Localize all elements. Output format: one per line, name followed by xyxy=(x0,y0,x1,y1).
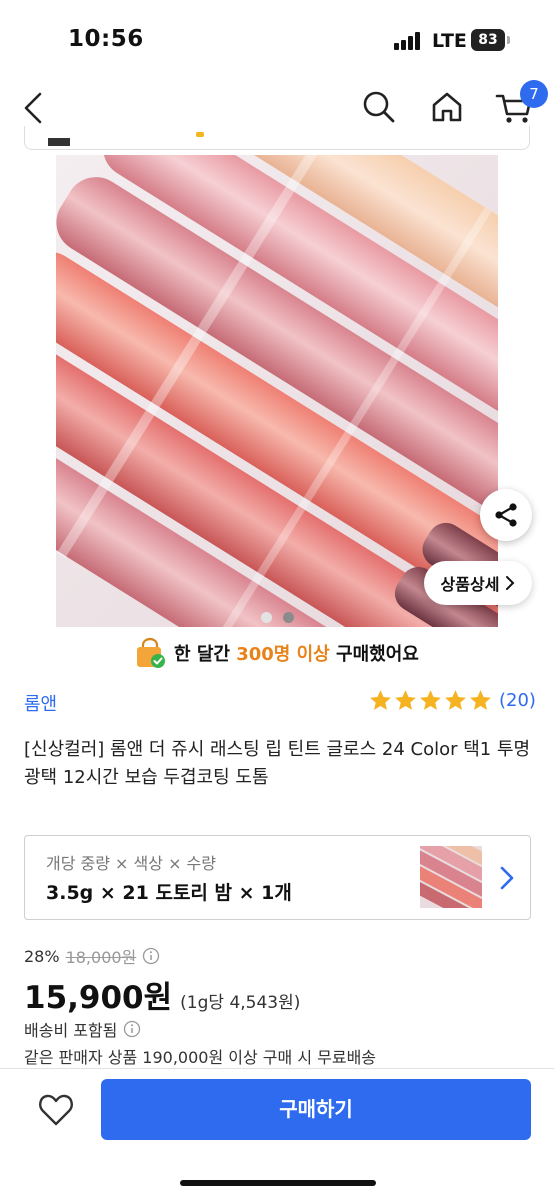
free-shipping-note: 같은 판매자 상품 190,000원 이상 구매 시 무료배송 xyxy=(24,1048,377,1067)
unit-price: (1g당 4,543원) xyxy=(180,993,301,1013)
signal-icon xyxy=(394,32,422,50)
store-badge-fragment xyxy=(196,132,204,137)
star-icon xyxy=(395,690,416,710)
star-icon xyxy=(370,690,391,710)
shopping-bag-icon xyxy=(137,637,165,668)
discount-rate: 28% xyxy=(24,946,60,966)
option-label: 개당 중량 × 색상 × 수량 xyxy=(46,854,217,873)
star-icon xyxy=(420,690,441,710)
shipping-info: 배송비 포함됨 xyxy=(24,1021,118,1040)
store-banner-strip xyxy=(24,126,530,150)
purchase-notice: 한 달간 300명 이상 구매했어요 xyxy=(134,636,419,670)
brand-link[interactable]: 롬앤 xyxy=(24,690,57,716)
purchase-notice-prefix: 한 달간 xyxy=(174,644,237,665)
home-indicator xyxy=(180,1180,376,1186)
product-title: [신상컬러] 롬앤 더 쥬시 래스팅 립 틴트 글로스 24 Color 택1 … xyxy=(24,739,531,788)
sale-price: 15,900원 xyxy=(24,980,173,1016)
gallery-dot-1[interactable] xyxy=(261,612,272,623)
cart-count-badge: 7 xyxy=(520,80,548,108)
discount-row: 28% 18,000원 xyxy=(24,944,160,968)
battery-icon: 83 xyxy=(471,29,505,51)
review-count[interactable]: (20) xyxy=(499,690,536,711)
home-icon[interactable] xyxy=(428,88,466,126)
status-bar: 10:56 LTE 83 xyxy=(0,0,554,80)
network-label: LTE xyxy=(432,30,467,52)
shipping-row: 배송비 포함됨 xyxy=(24,1017,141,1041)
purchase-notice-suffix: 구매했어요 xyxy=(329,644,419,665)
original-price: 18,000원 xyxy=(65,948,137,967)
option-value: 3.5g × 21 도토리 밤 × 1개 xyxy=(46,882,292,904)
star-icon xyxy=(445,690,466,710)
chevron-right-icon xyxy=(500,866,514,890)
option-thumbnail xyxy=(420,846,482,908)
info-icon[interactable] xyxy=(123,1020,141,1038)
battery-nub xyxy=(507,36,510,44)
product-detail-label: 상품상세 xyxy=(440,575,500,594)
product-image[interactable] xyxy=(56,155,498,627)
info-icon[interactable] xyxy=(142,947,160,965)
search-icon[interactable] xyxy=(360,88,398,126)
back-icon[interactable] xyxy=(18,88,50,128)
wishlist-heart-icon[interactable] xyxy=(36,1090,76,1130)
share-icon xyxy=(495,503,517,527)
rating-stars[interactable]: (20) xyxy=(368,688,536,713)
share-button[interactable] xyxy=(480,489,532,541)
product-detail-button[interactable]: 상품상세 xyxy=(424,561,532,605)
store-logo-fragment xyxy=(48,138,70,146)
buy-button[interactable]: 구매하기 xyxy=(101,1079,531,1140)
option-selector[interactable]: 개당 중량 × 색상 × 수량 3.5g × 21 도토리 밤 × 1개 xyxy=(24,835,531,920)
gallery-dot-2[interactable] xyxy=(283,612,294,623)
price-row: 15,900원 (1g당 4,543원) xyxy=(24,972,300,1017)
purchase-notice-highlight: 300명 이상 xyxy=(236,644,330,665)
chevron-right-icon xyxy=(506,576,515,590)
bottom-bar-divider xyxy=(0,1068,554,1069)
status-time: 10:56 xyxy=(68,26,144,52)
star-icon xyxy=(470,690,491,710)
